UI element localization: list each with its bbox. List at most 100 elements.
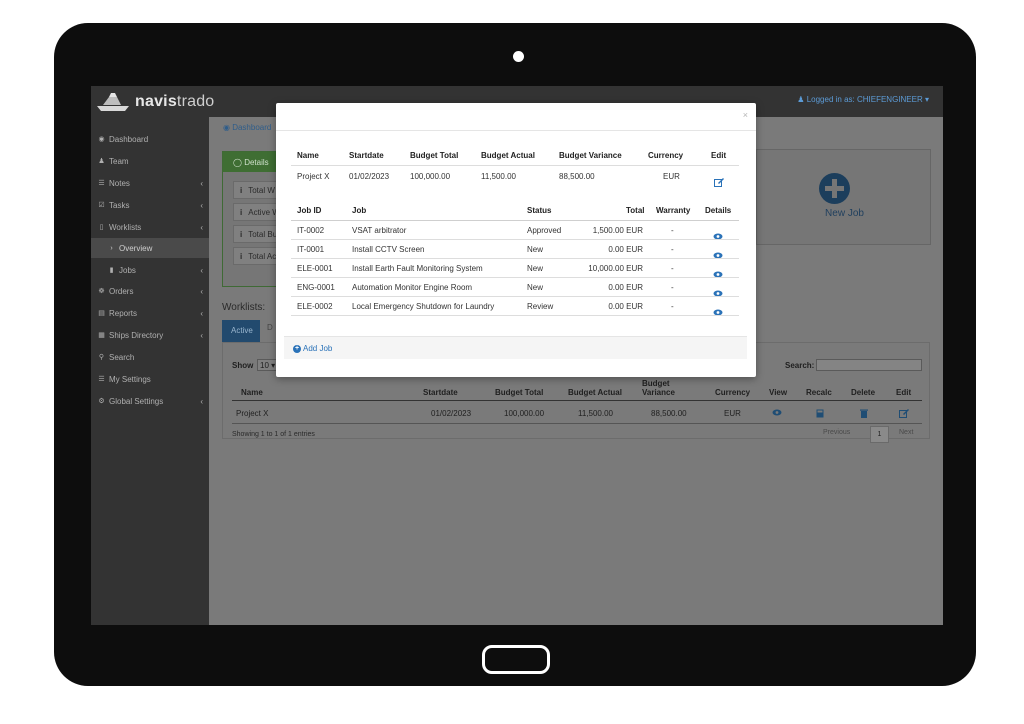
sidebar-item-label: Global Settings bbox=[109, 396, 164, 406]
column-header-name[interactable]: Name bbox=[241, 388, 263, 397]
sidebar-item-overview[interactable]: › Overview bbox=[91, 238, 209, 258]
sidebar: ◉ Dashboard ♟ Team ☰ Notes ‹ ☑ Tasks ‹ ▯ Workli… bbox=[91, 117, 209, 625]
job-cell-status: Approved bbox=[527, 226, 562, 235]
eye-icon[interactable] bbox=[713, 227, 723, 240]
job-cell-total: 0.00 EUR bbox=[608, 245, 643, 254]
camera-dot bbox=[513, 51, 524, 62]
summary-header-budget-actual: Budget Actual bbox=[481, 151, 535, 160]
job-row-divider bbox=[291, 315, 739, 316]
dashboard-icon: ◉ bbox=[98, 136, 105, 143]
worklists-icon: ▯ bbox=[99, 224, 104, 231]
sidebar-item-dashboard[interactable]: ◉ Dashboard bbox=[91, 129, 209, 149]
view-icon[interactable] bbox=[772, 409, 782, 418]
column-header-delete[interactable]: Delete bbox=[851, 388, 875, 397]
column-header-edit[interactable]: Edit bbox=[896, 388, 911, 397]
sidebar-item-label: Orders bbox=[109, 286, 134, 296]
job-cell-name: Install Earth Fault Monitoring System bbox=[352, 264, 483, 273]
chevron-left-icon: ‹ bbox=[200, 308, 203, 318]
jobs-header-total: Total bbox=[626, 206, 645, 215]
sidebar-item-search[interactable]: ⚲ Search bbox=[91, 347, 209, 367]
tab-active[interactable]: Active bbox=[222, 320, 260, 342]
sidebar-item-team[interactable]: ♟ Team bbox=[91, 151, 209, 171]
logged-in-label: Logged in as: CHIEFENGINEER bbox=[806, 95, 923, 104]
trash-icon[interactable] bbox=[860, 409, 868, 420]
column-header-budget-total[interactable]: Budget Total bbox=[495, 388, 543, 397]
sidebar-item-reports[interactable]: ▤ Reports ‹ bbox=[91, 303, 209, 323]
sidebar-item-orders[interactable]: ☸ Orders ‹ bbox=[91, 281, 209, 301]
summary-header-budget-variance: Budget Variance bbox=[559, 151, 622, 160]
globe-icon: ⚙ bbox=[98, 398, 105, 405]
sidebar-item-worklists[interactable]: ▯ Worklists ‹ bbox=[91, 217, 209, 237]
info-icon: i bbox=[240, 208, 243, 217]
cell-currency: EUR bbox=[724, 409, 741, 418]
pager-previous[interactable]: Previous bbox=[823, 429, 850, 436]
calculator-icon[interactable] bbox=[816, 409, 824, 420]
job-cell-total: 0.00 EUR bbox=[608, 283, 643, 292]
show-entries-label: Show bbox=[232, 361, 254, 370]
info-icon: i bbox=[240, 230, 243, 239]
cell-name: Project X bbox=[236, 409, 269, 418]
jobs-header-warranty: Warranty bbox=[656, 206, 691, 215]
jobs-header-status: Status bbox=[527, 206, 552, 215]
sidebar-item-jobs[interactable]: ▮ Jobs ‹ bbox=[91, 260, 209, 280]
pager-page[interactable]: 1 bbox=[870, 426, 889, 443]
sidebar-item-tasks[interactable]: ☑ Tasks ‹ bbox=[91, 195, 209, 215]
notes-icon: ☰ bbox=[98, 180, 105, 187]
team-icon: ♟ bbox=[98, 158, 105, 165]
edit-icon[interactable] bbox=[899, 409, 909, 420]
sidebar-item-global-settings[interactable]: ⚙ Global Settings ‹ bbox=[91, 391, 209, 411]
chevron-left-icon: ‹ bbox=[200, 200, 203, 210]
brand-logo[interactable]: navistrado bbox=[95, 89, 214, 115]
sidebar-item-label: Overview bbox=[119, 243, 153, 253]
column-header-budget-actual[interactable]: Budget Actual bbox=[568, 388, 622, 397]
job-cell-warranty: - bbox=[671, 283, 674, 292]
job-cell-total: 1,500.00 EUR bbox=[592, 226, 643, 235]
showing-entries-info: Showing 1 to 1 of 1 entries bbox=[232, 431, 315, 438]
column-header-budget-variance-line1: Budget bbox=[642, 379, 670, 388]
column-header-recalc[interactable]: Recalc bbox=[806, 388, 832, 397]
cell-budget-total: 100,000.00 bbox=[504, 409, 545, 418]
job-cell-id: ELE-0002 bbox=[297, 302, 333, 311]
sidebar-item-my-settings[interactable]: ☰ My Settings bbox=[91, 369, 209, 389]
chevron-right-icon: › bbox=[110, 244, 113, 252]
new-job-panel[interactable]: New Job bbox=[756, 149, 931, 245]
eye-icon[interactable] bbox=[713, 246, 723, 259]
close-icon[interactable]: × bbox=[743, 110, 748, 120]
job-row-divider bbox=[291, 277, 739, 278]
modal-header-divider bbox=[276, 130, 756, 131]
home-button[interactable] bbox=[482, 645, 550, 674]
chevron-left-icon: ‹ bbox=[200, 265, 203, 275]
ship-logo-icon bbox=[97, 93, 129, 111]
job-row-divider bbox=[291, 296, 739, 297]
logged-in-user[interactable]: ♟ Logged in as: CHIEFENGINEER ▾ bbox=[797, 95, 929, 104]
jobs-header-divider bbox=[291, 220, 739, 221]
tab-other[interactable]: D bbox=[267, 323, 273, 332]
breadcrumb[interactable]: ◉ Dashboard bbox=[223, 123, 271, 132]
column-header-currency[interactable]: Currency bbox=[715, 388, 750, 397]
eye-icon[interactable] bbox=[713, 284, 723, 297]
info-icon: i bbox=[240, 186, 243, 195]
add-job-button[interactable]: + Add Job bbox=[293, 344, 332, 353]
summary-header-divider bbox=[291, 165, 739, 166]
eye-icon[interactable] bbox=[713, 303, 723, 316]
sidebar-item-notes[interactable]: ☰ Notes ‹ bbox=[91, 173, 209, 193]
sidebar-item-label: Reports bbox=[109, 308, 138, 318]
jobs-header-details: Details bbox=[705, 206, 732, 215]
info-icon: i bbox=[240, 252, 243, 261]
tab-details[interactable]: ◯ Details bbox=[223, 152, 283, 172]
search-input[interactable] bbox=[816, 359, 922, 371]
eye-icon[interactable] bbox=[713, 265, 723, 278]
settings-icon: ☰ bbox=[98, 376, 105, 383]
cell-budget-actual: 11,500.00 bbox=[578, 409, 613, 418]
cart-icon: ☸ bbox=[98, 288, 105, 295]
sidebar-item-label: Tasks bbox=[109, 200, 130, 210]
edit-icon[interactable] bbox=[714, 174, 724, 187]
column-header-view[interactable]: View bbox=[769, 388, 787, 397]
chevron-left-icon: ‹ bbox=[200, 330, 203, 340]
pager-next[interactable]: Next bbox=[899, 429, 913, 436]
sidebar-item-ships-directory[interactable]: ▦ Ships Directory ‹ bbox=[91, 325, 209, 345]
column-header-startdate[interactable]: Startdate bbox=[423, 388, 458, 397]
breadcrumb-label: Dashboard bbox=[232, 123, 272, 132]
column-header-budget-variance[interactable]: Budget Variance bbox=[642, 379, 675, 397]
job-row-divider bbox=[291, 239, 739, 240]
